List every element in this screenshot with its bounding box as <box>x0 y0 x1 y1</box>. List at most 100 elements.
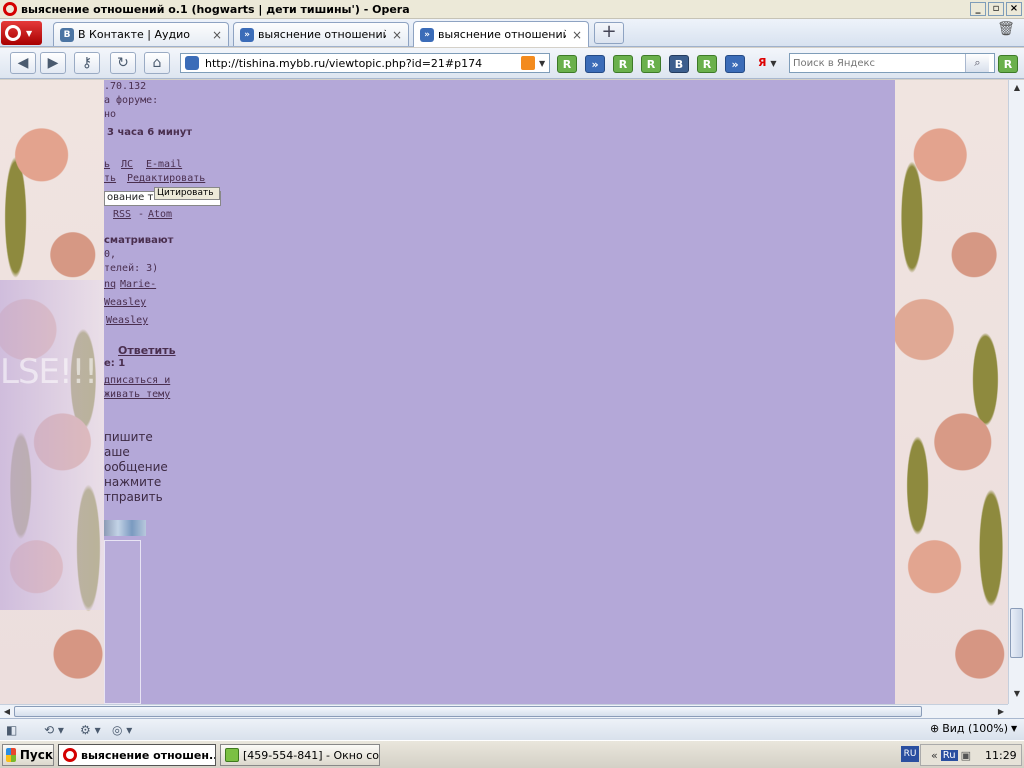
arrow-left-icon: ◀ <box>17 55 29 71</box>
mybb-icon: » <box>240 27 254 42</box>
navigation-toolbar: ◀ ▶ ⚷ ↻ ⌂ http://tishina.mybb.ru/viewtop… <box>0 48 1024 79</box>
bookmark-r-5[interactable]: R <box>998 55 1018 73</box>
opera-logo-icon <box>3 2 17 16</box>
status-bar: ◧ ⟲ ▾ ⚙ ▾ ◎ ▾ ⊕ Вид (100%) ▼ <box>0 718 1024 740</box>
bookmark-r-4[interactable]: R <box>697 55 717 73</box>
search-icon[interactable]: ⌕ <box>965 54 989 72</box>
left-image-fade <box>0 280 104 610</box>
close-tab-icon[interactable]: × <box>392 28 402 42</box>
subscribe-link[interactable]: дписаться и <box>104 375 170 386</box>
forward-button[interactable]: ▶ <box>40 52 66 74</box>
back-button[interactable]: ◀ <box>10 52 36 74</box>
sync-icon[interactable]: ⟲ ▾ <box>44 722 64 738</box>
close-tab-icon[interactable]: × <box>572 28 582 42</box>
email-link[interactable]: E-mail <box>146 159 182 170</box>
scroll-right-icon[interactable]: ▶ <box>994 705 1008 719</box>
minimize-button[interactable]: _ <box>970 2 986 16</box>
reply-link[interactable]: Ответить <box>118 344 176 357</box>
user-ip: .70.132 <box>104 81 147 92</box>
taskbar-item-chat[interactable]: [459-554-841] - Окно со... <box>220 744 380 766</box>
search-box[interactable]: ⌕ <box>789 53 995 73</box>
bookmark-vk[interactable]: В <box>669 55 689 73</box>
address-bar[interactable]: http://tishina.mybb.ru/viewtopic.php?id=… <box>180 53 550 73</box>
start-button[interactable]: Пуск <box>2 744 54 766</box>
wand-button[interactable]: ⚷ <box>74 52 100 74</box>
profile-link[interactable]: ь <box>104 159 110 170</box>
status-text: но <box>104 109 117 120</box>
panel-toggle-icon[interactable]: ◧ <box>6 722 17 738</box>
unite-icon[interactable]: ⚙ ▾ <box>80 722 101 738</box>
chat-window-icon <box>225 748 239 762</box>
close-window-button[interactable]: × <box>1006 2 1022 16</box>
turbo-icon[interactable]: ◎ ▾ <box>112 722 132 738</box>
tray-expand-icon[interactable]: « <box>931 749 938 762</box>
separator-dash: - <box>138 209 145 220</box>
hint-line-2: аше <box>104 445 130 459</box>
pm-link[interactable]: ЛС <box>121 159 133 170</box>
opera-o-icon <box>5 25 21 41</box>
rss-icon[interactable] <box>521 56 535 70</box>
time-online: 3 часа 6 минут <box>107 127 193 138</box>
home-button[interactable]: ⌂ <box>144 52 170 74</box>
bookmark-mybb-2[interactable]: » <box>725 55 745 73</box>
bookmark-r-3[interactable]: R <box>641 55 661 73</box>
user-link-3[interactable]: Weasley <box>104 297 146 308</box>
home-icon: ⌂ <box>152 55 162 71</box>
user-link-4[interactable]: Weasley <box>106 315 148 326</box>
zoom-level: Вид (100%) <box>942 722 1009 735</box>
horizontal-scroll-thumb[interactable] <box>14 706 922 717</box>
hint-line-1: пишите <box>104 430 153 444</box>
zoom-control[interactable]: ⊕ Вид (100%) ▼ <box>930 722 1017 735</box>
vertical-scrollbar[interactable]: ▲ ▼ <box>1008 80 1024 704</box>
maximize-button[interactable]: ▫ <box>988 2 1004 16</box>
tab-topic-2-active[interactable]: » выяснение отношений ... × <box>413 21 589 47</box>
bookmark-r-2[interactable]: R <box>613 55 633 73</box>
scroll-up-icon[interactable]: ▲ <box>1009 80 1024 96</box>
quote-button[interactable]: Цитировать <box>154 187 220 200</box>
window-title: выяснение отношений о.1 (hogwarts | дети… <box>21 2 410 16</box>
reload-icon: ↻ <box>117 55 129 71</box>
delete-link[interactable]: ть <box>104 173 116 184</box>
tab-label: В Контакте | Аудио <box>78 28 190 41</box>
window-titlebar: выяснение отношений о.1 (hogwarts | дети… <box>0 0 1024 19</box>
taskbar-item-opera[interactable]: выяснение отношен... <box>58 744 216 766</box>
scroll-down-icon[interactable]: ▼ <box>1009 686 1024 702</box>
edit-link[interactable]: Редактировать <box>127 173 205 184</box>
close-tab-icon[interactable]: × <box>212 28 222 42</box>
horizontal-scrollbar[interactable]: ◀ ▶ <box>0 704 1008 718</box>
scroll-left-icon[interactable]: ◀ <box>0 705 14 719</box>
user-link-1[interactable]: nq <box>104 279 116 290</box>
background-word: LSE!!! <box>0 352 98 392</box>
floral-background-right <box>895 80 1008 704</box>
search-input[interactable] <box>790 57 965 69</box>
tab-vk-audio[interactable]: В В Контакте | Аудио × <box>53 22 229 46</box>
chevron-down-icon: ▼ <box>1011 724 1018 733</box>
tab-label: выяснение отношений ... <box>258 28 386 41</box>
bookmark-r-1[interactable]: R <box>557 55 577 73</box>
bookmark-mybb-1[interactable]: » <box>585 55 605 73</box>
network-icon[interactable]: ▣ <box>961 749 971 762</box>
chevron-down-icon[interactable]: ▼ <box>539 59 549 68</box>
clock: 11:29 <box>984 748 1017 762</box>
rss-link[interactable]: RSS <box>113 209 131 220</box>
atom-link[interactable]: Atom <box>148 209 172 220</box>
new-tab-button[interactable]: + <box>594 22 624 44</box>
language-indicator[interactable]: RU <box>901 746 919 762</box>
formatting-toolbar[interactable] <box>104 520 146 536</box>
tab-topic-1[interactable]: » выяснение отношений ... × <box>233 22 409 46</box>
opera-menu-button[interactable]: ▼ <box>1 21 42 45</box>
message-textarea[interactable] <box>104 540 141 704</box>
chevron-down-icon: ▼ <box>770 59 777 68</box>
address-url[interactable]: http://tishina.mybb.ru/viewtopic.php?id=… <box>205 57 521 70</box>
yandex-engine-icon[interactable]: Я ▼ <box>758 56 782 72</box>
tray-lang-indicator[interactable]: Ru <box>940 749 958 761</box>
track-topic-link[interactable]: живать тему <box>104 389 170 400</box>
vertical-scroll-thumb[interactable] <box>1010 608 1023 658</box>
viewing-heading: сматривают <box>104 235 174 246</box>
user-link-2[interactable]: Marie- <box>120 279 156 290</box>
reload-button[interactable]: ↻ <box>110 52 136 74</box>
page-viewport: LSE!!! .70.132 а форуме: но 3 часа 6 мин… <box>0 80 1008 704</box>
trash-icon[interactable]: 🗑 <box>995 21 1017 45</box>
tab-label: выяснение отношений ... <box>438 28 566 41</box>
key-icon: ⚷ <box>81 55 93 71</box>
